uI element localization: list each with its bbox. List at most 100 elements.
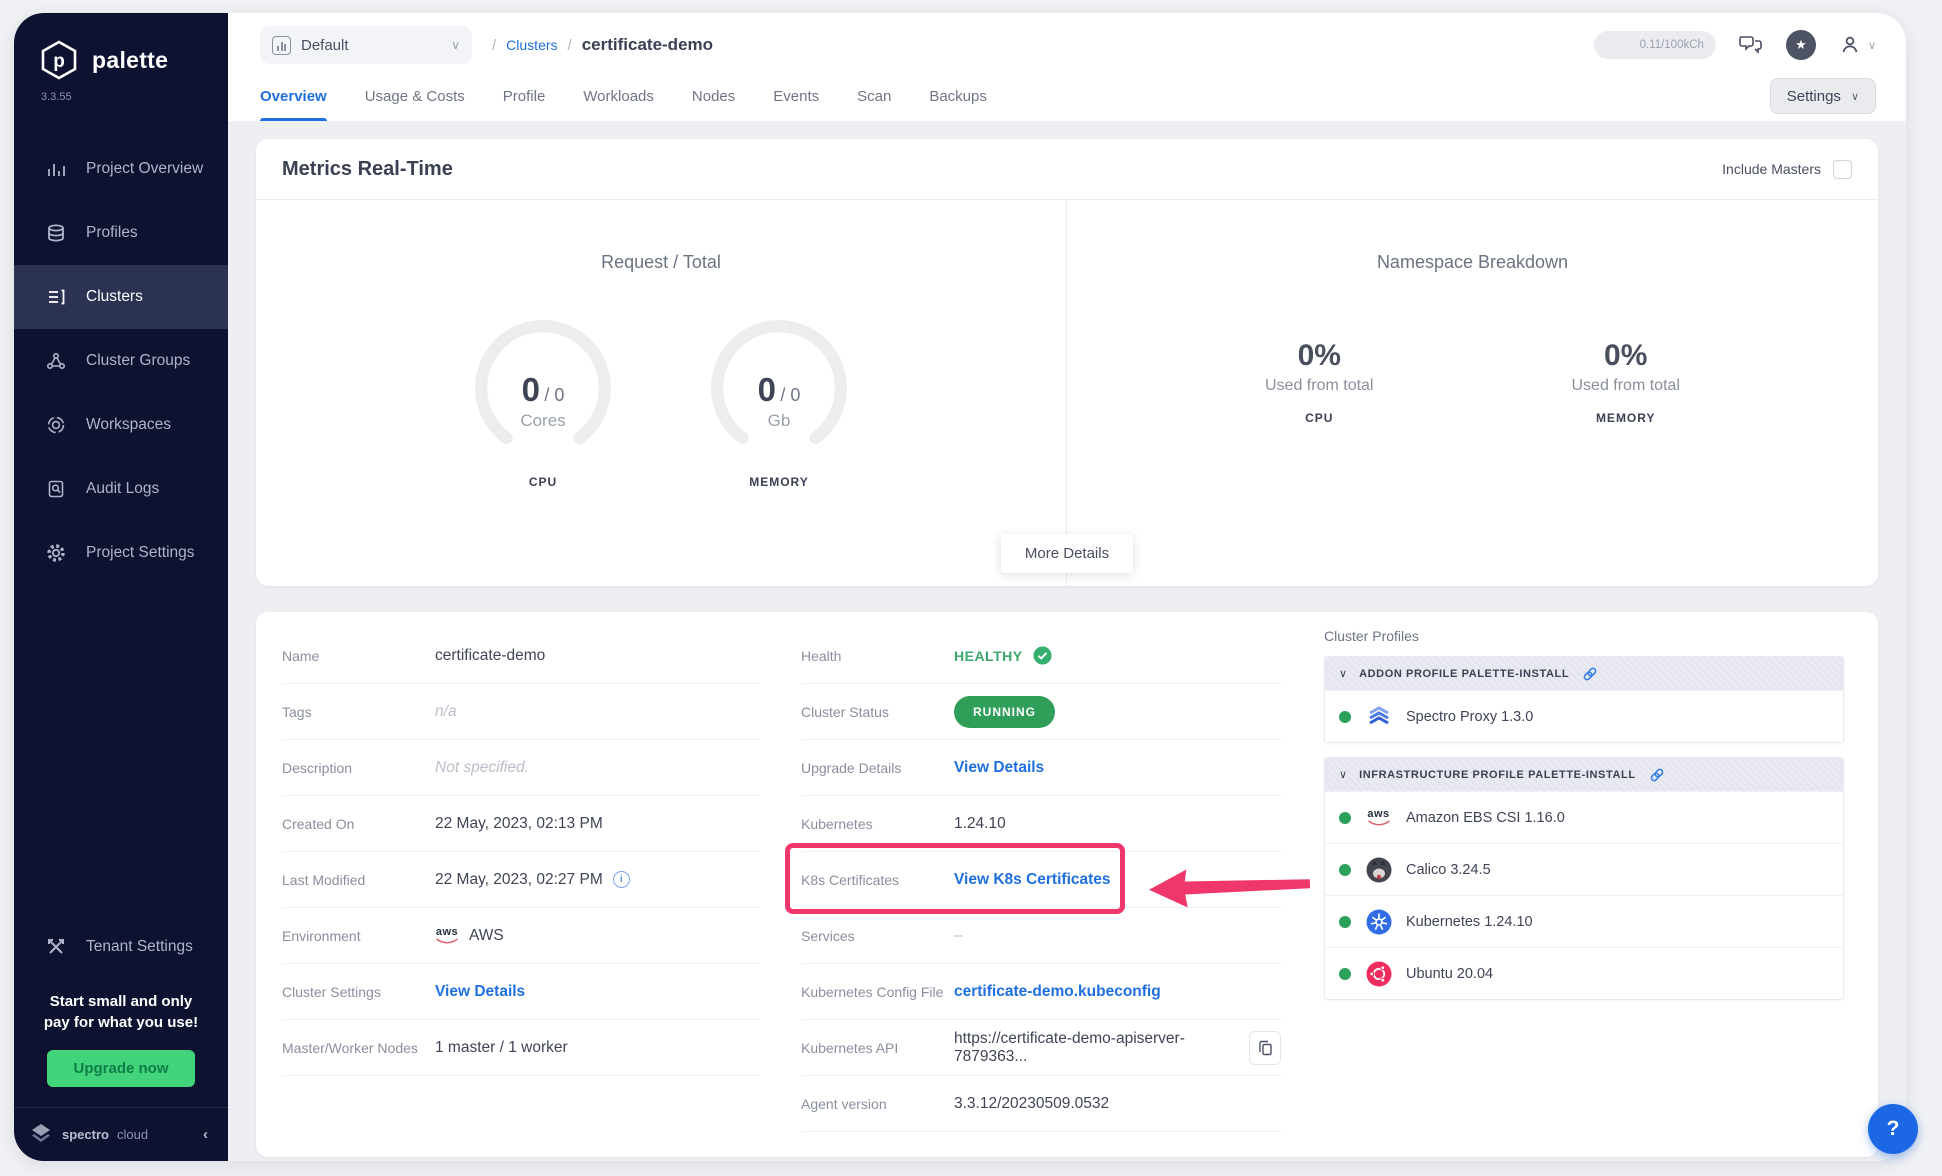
addon-profile-header[interactable]: ∨ ADDON PROFILE PALETTE-INSTALL [1325,657,1843,690]
sidebar-item-profiles[interactable]: Profiles [14,201,228,265]
feedback-chat-button[interactable] [1738,33,1764,57]
link-icon [1581,665,1599,683]
sidebar-item-label: Workspaces [86,416,171,434]
chevron-down-icon: ∨ [1339,667,1347,680]
detail-row-kubernetes: Kubernetes 1.24.10 [801,796,1281,852]
app-version: 3.3.55 [14,81,228,103]
tab-workloads[interactable]: Workloads [583,71,654,121]
kubernetes-api-value: https://certificate-demo-apiserver-78793… [954,1030,1281,1066]
sidebar-item-project-overview[interactable]: Project Overview [14,137,228,201]
brand-name-light: cloud [117,1127,148,1142]
include-masters-checkbox[interactable] [1833,160,1852,179]
sidebar-nav: Project Overview Profiles Clusters Clust… [14,137,228,585]
tab-backups[interactable]: Backups [929,71,987,121]
detail-row-tags: Tags n/a [282,684,760,740]
more-details-button[interactable]: More Details [1001,534,1133,573]
status-green-dot [1339,864,1351,876]
details-left-column: Name certificate-demo Tags n/a Descripti… [282,628,760,1076]
network-nodes-icon [44,349,68,373]
detail-label: Cluster Settings [282,984,435,1000]
sidebar-item-cluster-groups[interactable]: Cluster Groups [14,329,228,393]
detail-row-services: Services – [801,908,1281,964]
project-scope-icon [272,36,291,55]
profile-item-amazon-ebs-csi[interactable]: aws Amazon EBS CSI 1.16.0 [1325,791,1843,843]
metrics-body: Request / Total 0 / 0 Cores CPU [256,200,1878,586]
profile-item-calico[interactable]: Calico 3.24.5 [1325,843,1843,895]
breadcrumb: / Clusters / certificate-demo [492,35,713,55]
namespace-cpu-stat: 0% Used from total CPU [1265,339,1373,425]
view-k8s-certificates-link[interactable]: View K8s Certificates [954,871,1111,889]
detail-label: Kubernetes Config File [801,984,954,1000]
include-masters-control: Include Masters [1722,160,1852,179]
profile-section-title: INFRASTRUCTURE PROFILE PALETTE-INSTALL [1359,769,1636,781]
tab-usage-costs[interactable]: Usage & Costs [365,71,465,121]
namespace-percent: 0% [1265,339,1373,373]
logo-text: palette [92,47,168,74]
detail-label: Cluster Status [801,704,954,720]
detail-row-created-on: Created On 22 May, 2023, 02:13 PM [282,796,760,852]
namespace-caption: MEMORY [1571,411,1679,425]
detail-row-name: Name certificate-demo [282,628,760,684]
profile-item-kubernetes[interactable]: Kubernetes 1.24.10 [1325,895,1843,947]
breadcrumb-clusters-link[interactable]: Clusters [506,37,557,53]
detail-label: Tags [282,704,435,720]
request-total-title: Request / Total [256,252,1066,273]
namespace-percent: 0% [1571,339,1679,373]
include-masters-label: Include Masters [1722,161,1821,177]
copy-button[interactable] [1249,1031,1281,1065]
help-button[interactable]: ? [1868,1104,1918,1154]
palette-logo: p palette [14,13,228,81]
detail-row-upgrade-details: Upgrade Details View Details [801,740,1281,796]
sidebar-item-project-settings[interactable]: Project Settings [14,521,228,585]
sidebar-item-workspaces[interactable]: Workspaces [14,393,228,457]
sidebar-item-audit-logs[interactable]: Audit Logs [14,457,228,521]
profile-item-name: Kubernetes 1.24.10 [1406,914,1533,930]
detail-value: 22 May, 2023, 02:27 PM i [435,871,630,889]
profile-item-ubuntu[interactable]: Ubuntu 20.04 [1325,947,1843,999]
tab-overview[interactable]: Overview [260,71,327,121]
layers-stack-icon [44,221,68,245]
cluster-details-card: Name certificate-demo Tags n/a Descripti… [256,612,1878,1157]
detail-label: Master/Worker Nodes [282,1040,435,1056]
settings-button[interactable]: Settings ∨ [1770,78,1876,114]
status-green-dot [1339,916,1351,928]
kubeconfig-download-link[interactable]: certificate-demo.kubeconfig [954,983,1161,1001]
info-icon[interactable]: i [613,871,630,888]
sidebar-collapse-button[interactable]: ‹ [203,1126,208,1143]
tab-events[interactable]: Events [773,71,819,121]
cluster-profiles-panel: Cluster Profiles ∨ ADDON PROFILE PALETTE… [1324,628,1844,1014]
infrastructure-profile-header[interactable]: ∨ INFRASTRUCTURE PROFILE PALETTE-INSTALL [1325,758,1843,791]
user-menu[interactable]: ∨ [1838,33,1876,57]
project-selector[interactable]: Default ∨ [260,26,472,64]
detail-row-master-worker: Master/Worker Nodes 1 master / 1 worker [282,1020,760,1076]
tab-nodes[interactable]: Nodes [692,71,735,121]
addon-profile-section: ∨ ADDON PROFILE PALETTE-INSTALL [1324,656,1844,743]
detail-row-environment: Environment aws AWS [282,908,760,964]
detail-row-description: Description Not specified. [282,740,760,796]
tab-profile[interactable]: Profile [503,71,546,121]
profile-item-spectro-proxy[interactable]: Spectro Proxy 1.3.0 [1325,690,1843,742]
project-selector-value: Default [301,37,349,54]
upgrade-view-details-link[interactable]: View Details [954,759,1044,777]
sidebar-item-clusters[interactable]: Clusters [14,265,228,329]
upgrade-now-button[interactable]: Upgrade now [47,1050,194,1087]
status-green-dot [1339,711,1351,723]
detail-label: Kubernetes [801,816,954,832]
request-total-panel: Request / Total 0 / 0 Cores CPU [256,200,1067,586]
sidebar-item-tenant-settings[interactable]: Tenant Settings [14,915,228,979]
header-row-breadcrumb: Default ∨ / Clusters / certificate-demo … [228,13,1906,71]
ubuntu-icon [1365,960,1392,987]
detail-label: Description [282,760,435,776]
detail-value: – [954,927,963,945]
sidebar-item-label: Project Overview [86,160,203,178]
gauge-caption: MEMORY [699,475,859,489]
status-green-dot [1339,812,1351,824]
cluster-profiles-title: Cluster Profiles [1324,628,1844,644]
detail-label: K8s Certificates [801,872,954,888]
cluster-settings-view-details-link[interactable]: View Details [435,983,525,1001]
running-status-badge: RUNNING [954,696,1055,728]
tab-scan[interactable]: Scan [857,71,891,121]
user-icon [1838,33,1862,57]
notifications-button[interactable]: ★ [1786,30,1816,60]
detail-label: Created On [282,816,435,832]
